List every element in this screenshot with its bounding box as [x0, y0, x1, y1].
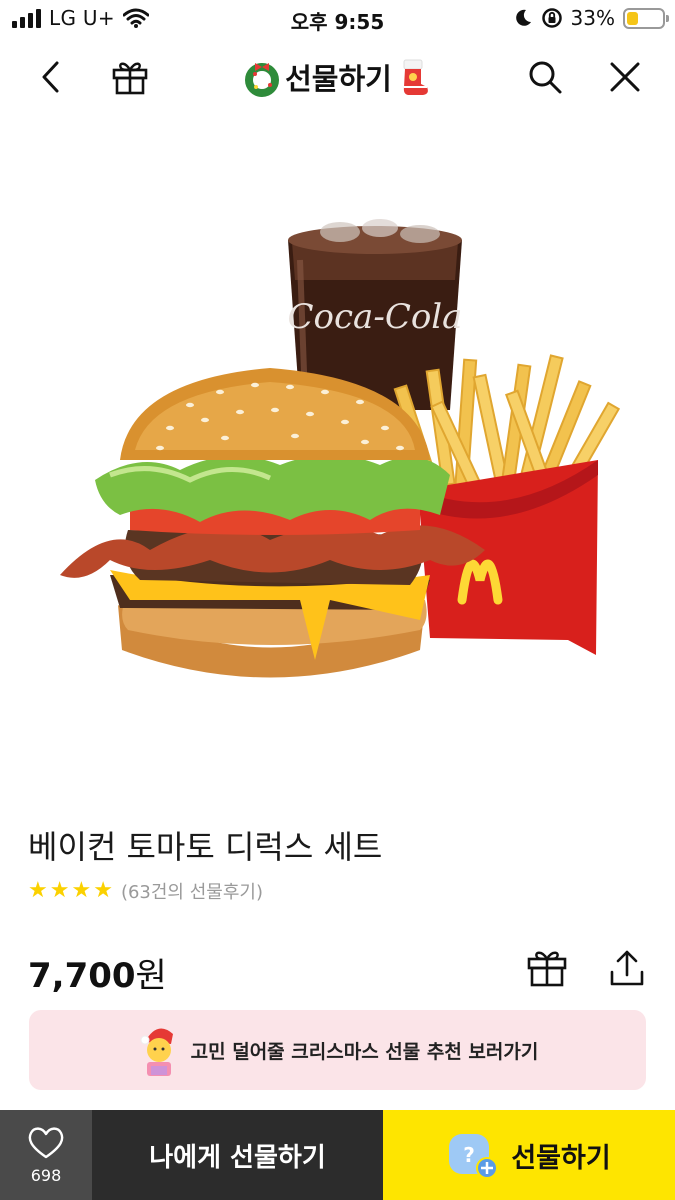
product-name: 베이컨 토마토 디럭스 세트: [28, 828, 383, 866]
moon-icon: [515, 9, 531, 26]
gift-wrap-button[interactable]: [524, 945, 570, 991]
search-icon: [529, 61, 562, 94]
heart-icon: [28, 1126, 64, 1158]
cola-brand-text: Coca-Cola: [288, 297, 463, 337]
nav-title-text: 선물하기: [285, 62, 392, 96]
christmas-recommendation-banner[interactable]: 고민 덜어줄 크리스마스 선물 추천 보러가기: [29, 1010, 646, 1090]
send-gift-button[interactable]: ? 선물하기: [383, 1110, 675, 1200]
close-button[interactable]: [600, 52, 650, 102]
santa-character-icon: [140, 1028, 173, 1076]
share-button[interactable]: [604, 945, 650, 991]
add-friend-gift-icon: ?: [449, 1134, 499, 1179]
product-image: Coca-Cola: [60, 219, 621, 678]
rating-stars: ★ ★ ★ ★: [28, 880, 113, 902]
star-icon: ★: [71, 878, 92, 903]
banner-text: 고민 덜어줄 크리스마스 선물 추천 보러가기: [190, 1040, 539, 1063]
svg-text:?: ?: [464, 1143, 476, 1167]
christmas-wreath-icon: [245, 63, 280, 97]
battery-level: [627, 11, 639, 25]
battery-icon: [623, 7, 669, 29]
star-icon: ★: [49, 878, 70, 903]
bottom-action-bar: 698 나에게 선물하기 ? 선물하기: [0, 1110, 675, 1200]
share-icon: [610, 950, 644, 986]
gift-box-icon: [527, 951, 567, 987]
wish-button[interactable]: 698: [0, 1110, 92, 1200]
product-price: 7,700원: [28, 948, 167, 997]
review-count-link[interactable]: (63건의 선물후기): [121, 878, 263, 904]
star-icon: ★: [93, 878, 113, 903]
search-button[interactable]: [520, 52, 570, 102]
star-icon: ★: [28, 878, 48, 903]
price-unit: 원: [135, 956, 167, 996]
send-gift-label: 선물하기: [511, 1142, 611, 1174]
status-bar: LG U+ 오후 9:55 33%: [0, 0, 675, 38]
rotation-lock-icon: [541, 8, 562, 28]
gift-to-me-label: 나에게 선물하기: [149, 1142, 326, 1173]
status-right: 33%: [513, 6, 669, 30]
nav-title: 선물하기: [0, 56, 675, 98]
christmas-stocking-icon: [403, 59, 428, 95]
close-icon: [610, 62, 640, 92]
battery-percent: 33%: [570, 6, 615, 30]
wish-count: 698: [30, 1165, 62, 1185]
gift-to-me-button[interactable]: 나에게 선물하기: [92, 1110, 383, 1200]
nav-bar: 선물하기: [0, 40, 675, 114]
rating-row: ★ ★ ★ ★ (63건의 선물후기): [28, 878, 263, 904]
price-number: 7,700: [28, 956, 136, 996]
